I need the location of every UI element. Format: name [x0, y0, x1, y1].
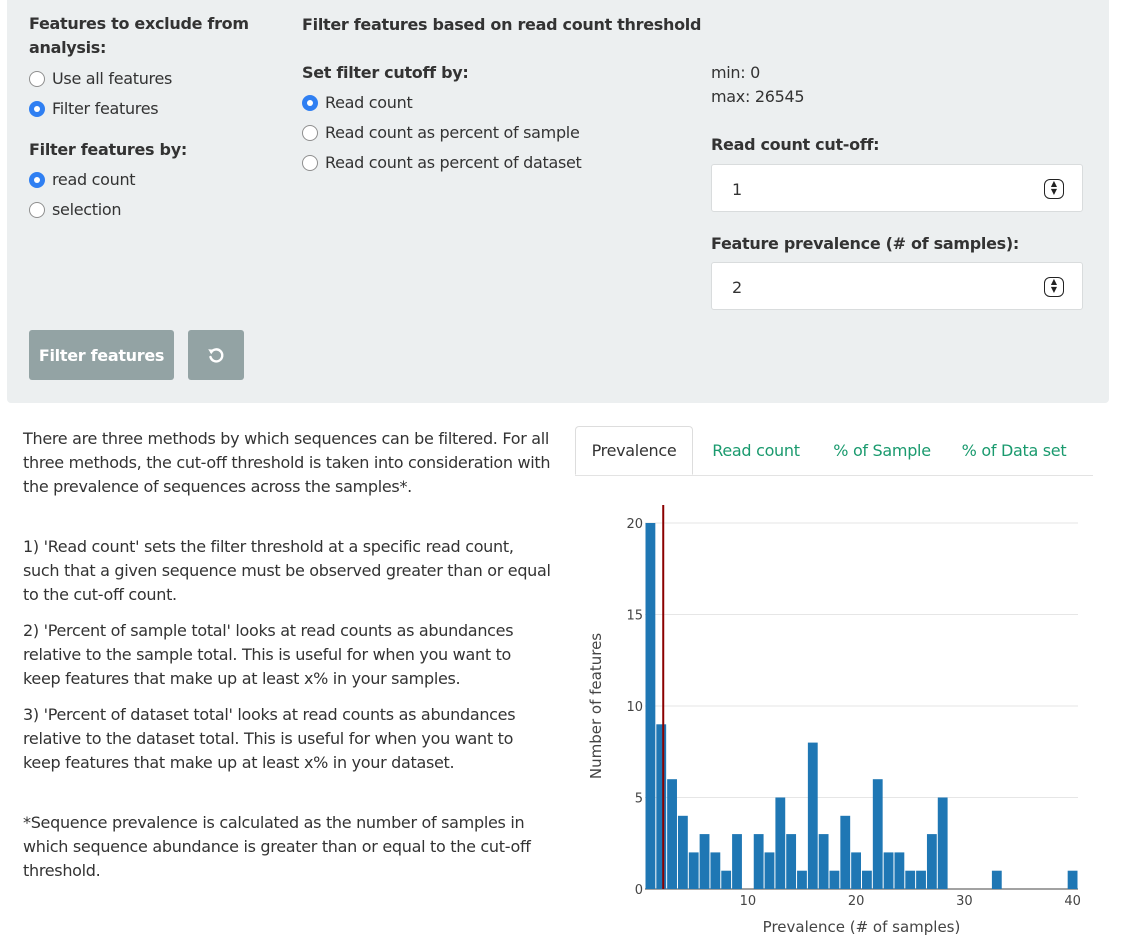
y-axis-label: Number of features: [587, 633, 605, 779]
histogram-bar: [851, 852, 861, 889]
y-tick-label: 10: [626, 700, 643, 715]
histogram-bar: [818, 834, 829, 889]
histogram-bar: [699, 834, 710, 889]
histogram-bar: [905, 870, 916, 889]
histogram-bar: [926, 834, 937, 889]
histogram-bar: [753, 834, 764, 889]
histogram-bar: [764, 852, 775, 889]
histogram-bar: [710, 852, 721, 889]
histogram-bar: [991, 870, 1002, 889]
histogram-bar: [688, 852, 699, 889]
y-tick-label: 0: [635, 883, 643, 898]
histogram-bar: [677, 815, 688, 889]
y-tick-label: 5: [635, 792, 643, 807]
histogram-bar: [872, 779, 883, 889]
histogram-bar: [894, 852, 905, 889]
histogram-bar: [786, 834, 797, 889]
histogram-bar: [829, 870, 840, 889]
x-tick-label: 30: [956, 894, 973, 909]
histogram-bar: [840, 815, 851, 889]
x-tick-label: 20: [848, 894, 865, 909]
y-tick-label: 20: [626, 517, 643, 532]
x-tick-label: 10: [740, 894, 757, 909]
histogram-bar: [1067, 870, 1078, 889]
x-axis-label: Prevalence (# of samples): [763, 918, 961, 936]
histogram-bar: [862, 870, 872, 889]
histogram-bar: [807, 742, 818, 889]
histogram-bar: [916, 870, 926, 889]
histogram-bar: [656, 724, 667, 889]
x-tick-label: 40: [1064, 894, 1081, 909]
histogram-bar: [937, 797, 948, 889]
histogram-bar: [775, 797, 786, 889]
histogram-bar: [883, 852, 894, 889]
chart-gridlines: [645, 522, 1078, 890]
histogram-bar: [797, 870, 807, 889]
histogram-bar: [645, 523, 656, 889]
chart-ticks: 0 5 10 15 20 10 20 30 40: [626, 517, 1080, 909]
histogram-bar: [732, 834, 742, 889]
histogram-bar: [667, 779, 677, 889]
prevalence-histogram: 0 5 10 15 20 10 20 30 40 Prevalence (# of sample…: [587, 505, 1081, 936]
y-tick-label: 15: [626, 609, 643, 624]
histogram-bar: [721, 870, 732, 889]
